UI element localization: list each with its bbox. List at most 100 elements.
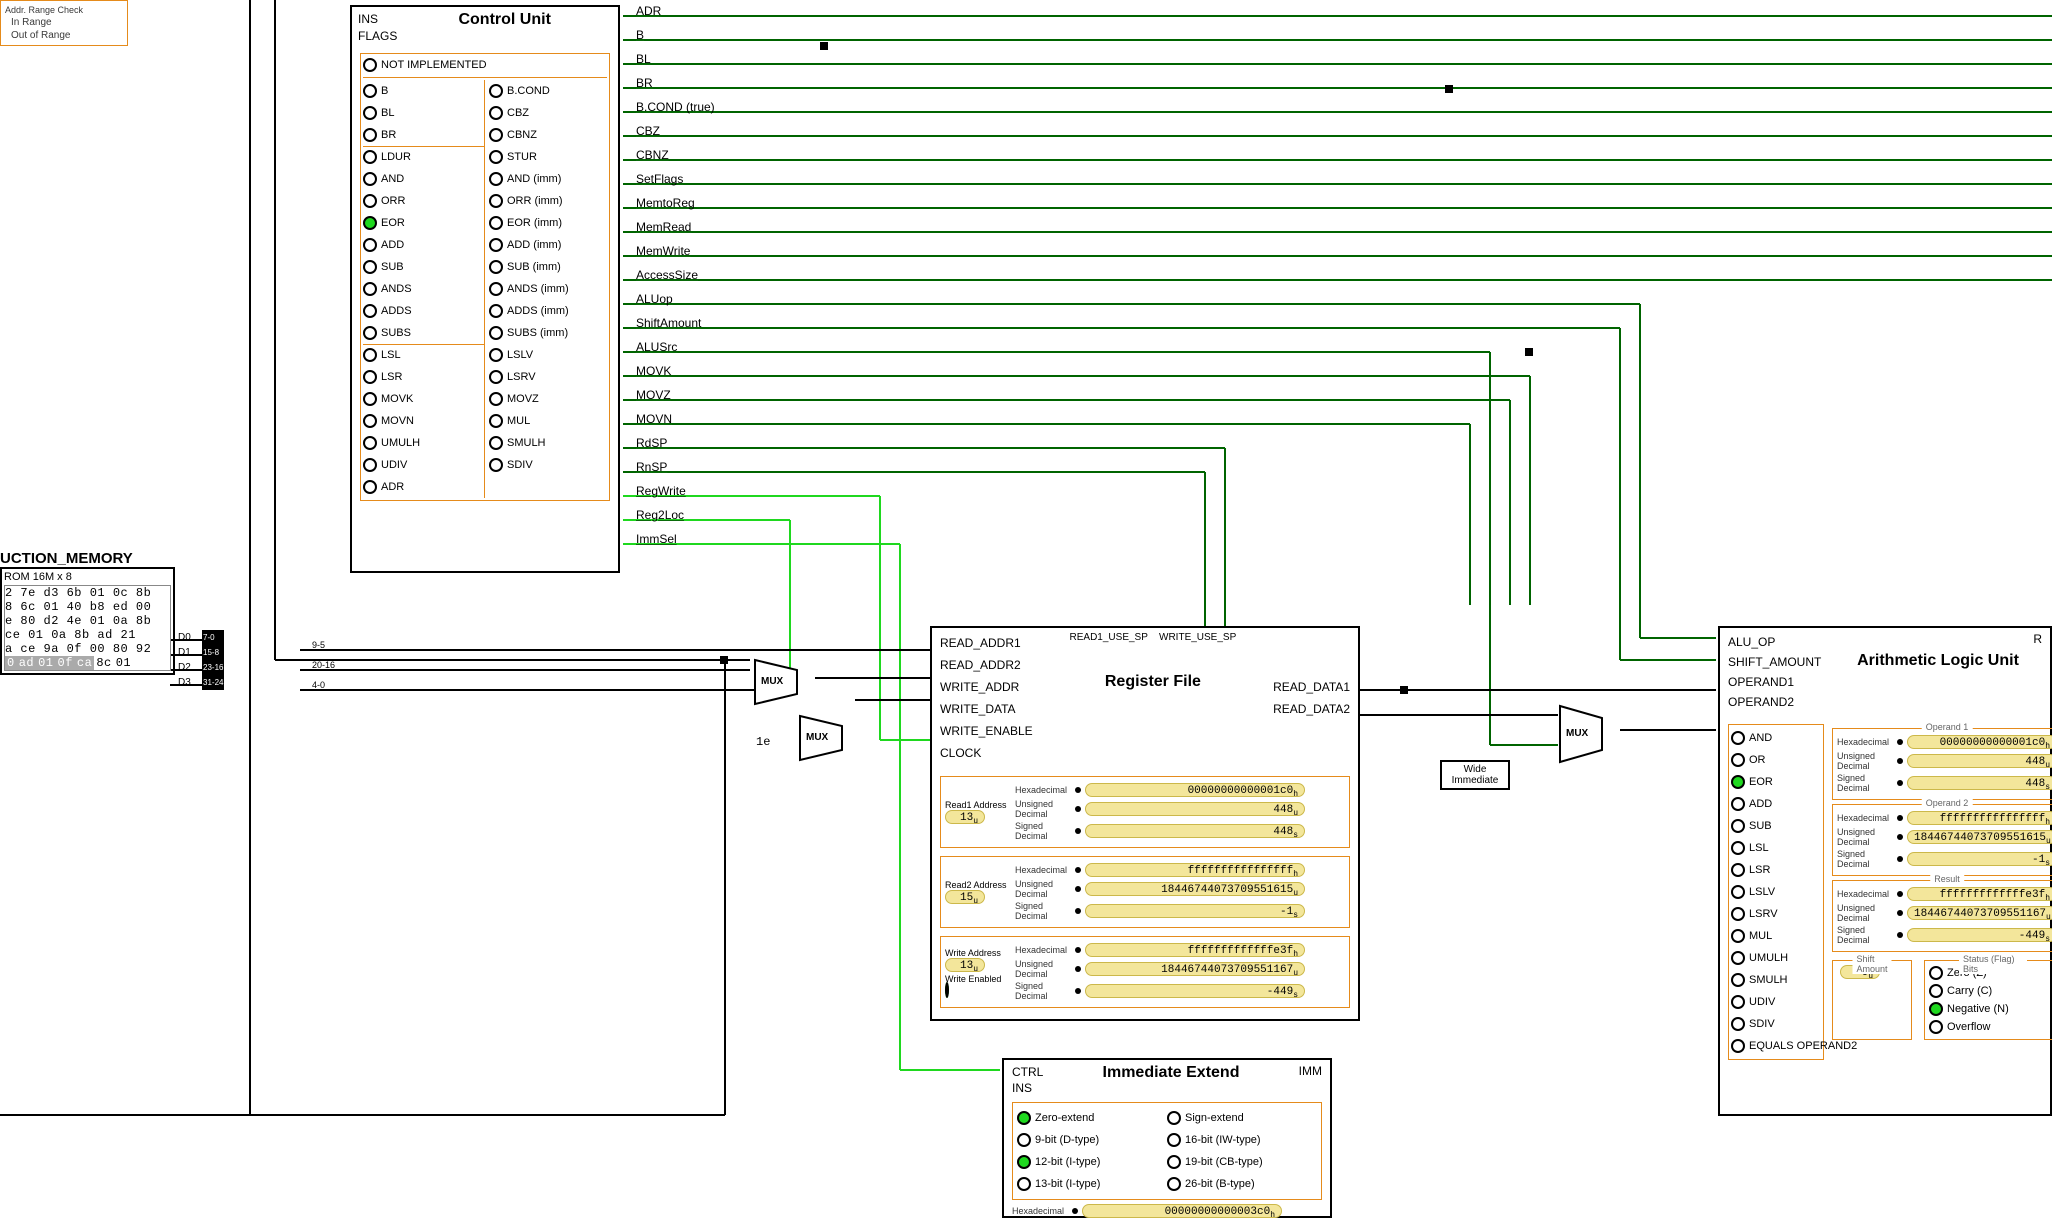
- signal-label-shiftamount: ShiftAmount: [636, 316, 701, 330]
- signal-label-alusrc: ALUSrc: [636, 340, 677, 354]
- led-lsl: [363, 348, 377, 362]
- led-lslv: [489, 348, 503, 362]
- bit-lbl-c: 4-0: [312, 680, 325, 690]
- alu-block: ALU_OP SHIFT_AMOUNT OPERAND1 OPERAND2 R …: [1718, 626, 2052, 1116]
- regfile-title: Register File: [1033, 673, 1273, 691]
- rom-row: a ce 9a 0f 00 80 92: [5, 642, 170, 656]
- imm-title: Immediate Extend: [1043, 1064, 1298, 1082]
- led-sub: [1731, 819, 1745, 833]
- led-udiv: [363, 458, 377, 472]
- led-smulh: [1731, 973, 1745, 987]
- led-lsl: [1731, 841, 1745, 855]
- led-cbnz: [489, 128, 503, 142]
- rom-row: 8 6c 01 40 b8 ed 00: [5, 600, 170, 614]
- regfile-read2-group: Read2 Address 15u Hexadecimalfffffffffff…: [940, 856, 1350, 928]
- led-stur: [489, 150, 503, 164]
- signal-label-movk: MOVK: [636, 364, 671, 378]
- led-and-imm-: [489, 172, 503, 186]
- led-mul: [489, 414, 503, 428]
- led-orr-imm-: [489, 194, 503, 208]
- alu-op2-group: Operand 2 Hexadecimalffffffffffffffffh U…: [1832, 804, 2052, 876]
- control-unit-block: INS FLAGS Control Unit NOT IMPLEMENTED B…: [350, 5, 620, 573]
- signal-label-memread: MemRead: [636, 220, 691, 234]
- led-flag-z: [1929, 966, 1943, 980]
- signal-label-reg2loc: Reg2Loc: [636, 508, 684, 522]
- mux-1: MUX: [755, 660, 815, 706]
- bit-lbl-b: 20-16: [312, 660, 335, 670]
- signal-label-adr: ADR: [636, 4, 661, 18]
- led-and: [363, 172, 377, 186]
- led-lsr: [1731, 863, 1745, 877]
- led-add: [1731, 797, 1745, 811]
- led-movk: [363, 392, 377, 406]
- led-flag-o: [1929, 1020, 1943, 1034]
- signal-label-regwrite: RegWrite: [636, 484, 686, 498]
- led-orr: [363, 194, 377, 208]
- led-adds: [363, 304, 377, 318]
- led-19-bit-cb-type-: [1167, 1155, 1181, 1169]
- led-br: [363, 128, 377, 142]
- led-sdiv: [489, 458, 503, 472]
- led-umulh: [1731, 951, 1745, 965]
- led-write-enabled: [945, 982, 949, 998]
- led-adr: [363, 480, 377, 494]
- mux-3: MUX: [1560, 706, 1620, 764]
- register-file-block: READ_ADDR1 READ_ADDR2 WRITE_ADDR WRITE_D…: [930, 626, 1360, 1021]
- led-16-bit-iw-type-: [1167, 1133, 1181, 1147]
- rom-row: 0ad010fca8c01: [5, 656, 170, 670]
- addr-range-b: Out of Range: [11, 30, 123, 41]
- led-eor: [363, 216, 377, 230]
- immediate-extend-block: CTRL INS Immediate Extend IMM Zero-exten…: [1002, 1058, 1332, 1218]
- led-not-impl: [363, 58, 377, 72]
- led-lsr: [363, 370, 377, 384]
- signal-label-accesssize: AccessSize: [636, 268, 698, 282]
- wide-immediate-box: Wide Immediate: [1440, 760, 1510, 790]
- led-or: [1731, 753, 1745, 767]
- led-26-bit-b-type-: [1167, 1177, 1181, 1191]
- rom-row: ce 01 0a 8b ad 21: [5, 628, 170, 642]
- signal-label-movn: MOVN: [636, 412, 672, 426]
- regfile-write-group: Write Address 13u Write Enabled Hexadeci…: [940, 936, 1350, 1008]
- cu-port-flags: FLAGS: [358, 28, 397, 45]
- led-eor-imm-: [489, 216, 503, 230]
- rom-row: e 80 d2 4e 01 0a 8b: [5, 614, 170, 628]
- alu-flags-group: Status (Flag) Bits Zero (Z) Carry (C) Ne…: [1924, 960, 2052, 1040]
- led-13-bit-i-type-: [1017, 1177, 1031, 1191]
- signal-label-b-cond-true-: B.COND (true): [636, 100, 715, 114]
- const-1e: 1e: [756, 735, 770, 749]
- lbl-not-impl: NOT IMPLEMENTED: [381, 59, 487, 71]
- rom-row: 2 7e d3 6b 01 0c 8b: [5, 586, 170, 600]
- led-ands: [363, 282, 377, 296]
- signal-label-immsel: ImmSel: [636, 532, 677, 546]
- led-add: [363, 238, 377, 252]
- led-add-imm-: [489, 238, 503, 252]
- led-adds-imm-: [489, 304, 503, 318]
- led-b: [363, 84, 377, 98]
- signal-label-memtoreg: MemtoReg: [636, 196, 695, 210]
- addr-range-a: In Range: [11, 17, 123, 28]
- cu-title: Control Unit: [397, 11, 612, 45]
- signal-label-setflags: SetFlags: [636, 172, 683, 186]
- signal-label-br: BR: [636, 76, 653, 90]
- signal-label-rnsp: RnSP: [636, 460, 667, 474]
- led-eor: [1731, 775, 1745, 789]
- d-bits: 7-0 15-8 23-16 31-24: [202, 630, 224, 690]
- led-sdiv: [1731, 1017, 1745, 1031]
- led-9-bit-d-type-: [1017, 1133, 1031, 1147]
- led-movn: [363, 414, 377, 428]
- led-sub-imm-: [489, 260, 503, 274]
- alu-result-group: Result Hexadecimalfffffffffffffe3fh Unsi…: [1832, 880, 2052, 952]
- led-mul: [1731, 929, 1745, 943]
- led-subs-imm-: [489, 326, 503, 340]
- signal-label-movz: MOVZ: [636, 388, 671, 402]
- signal-label-aluop: ALUop: [636, 292, 673, 306]
- led-flag-c: [1929, 984, 1943, 998]
- led-umulh: [363, 436, 377, 450]
- alu-shift-group: Shift Amount 0u: [1832, 960, 1912, 1040]
- led-subs: [363, 326, 377, 340]
- alu-op1-group: Operand 1 Hexadecimal00000000000001c0h U…: [1832, 728, 2052, 800]
- led-movz: [489, 392, 503, 406]
- led-lsrv: [1731, 907, 1745, 921]
- signal-label-rdsp: RdSP: [636, 436, 667, 450]
- led-b-cond: [489, 84, 503, 98]
